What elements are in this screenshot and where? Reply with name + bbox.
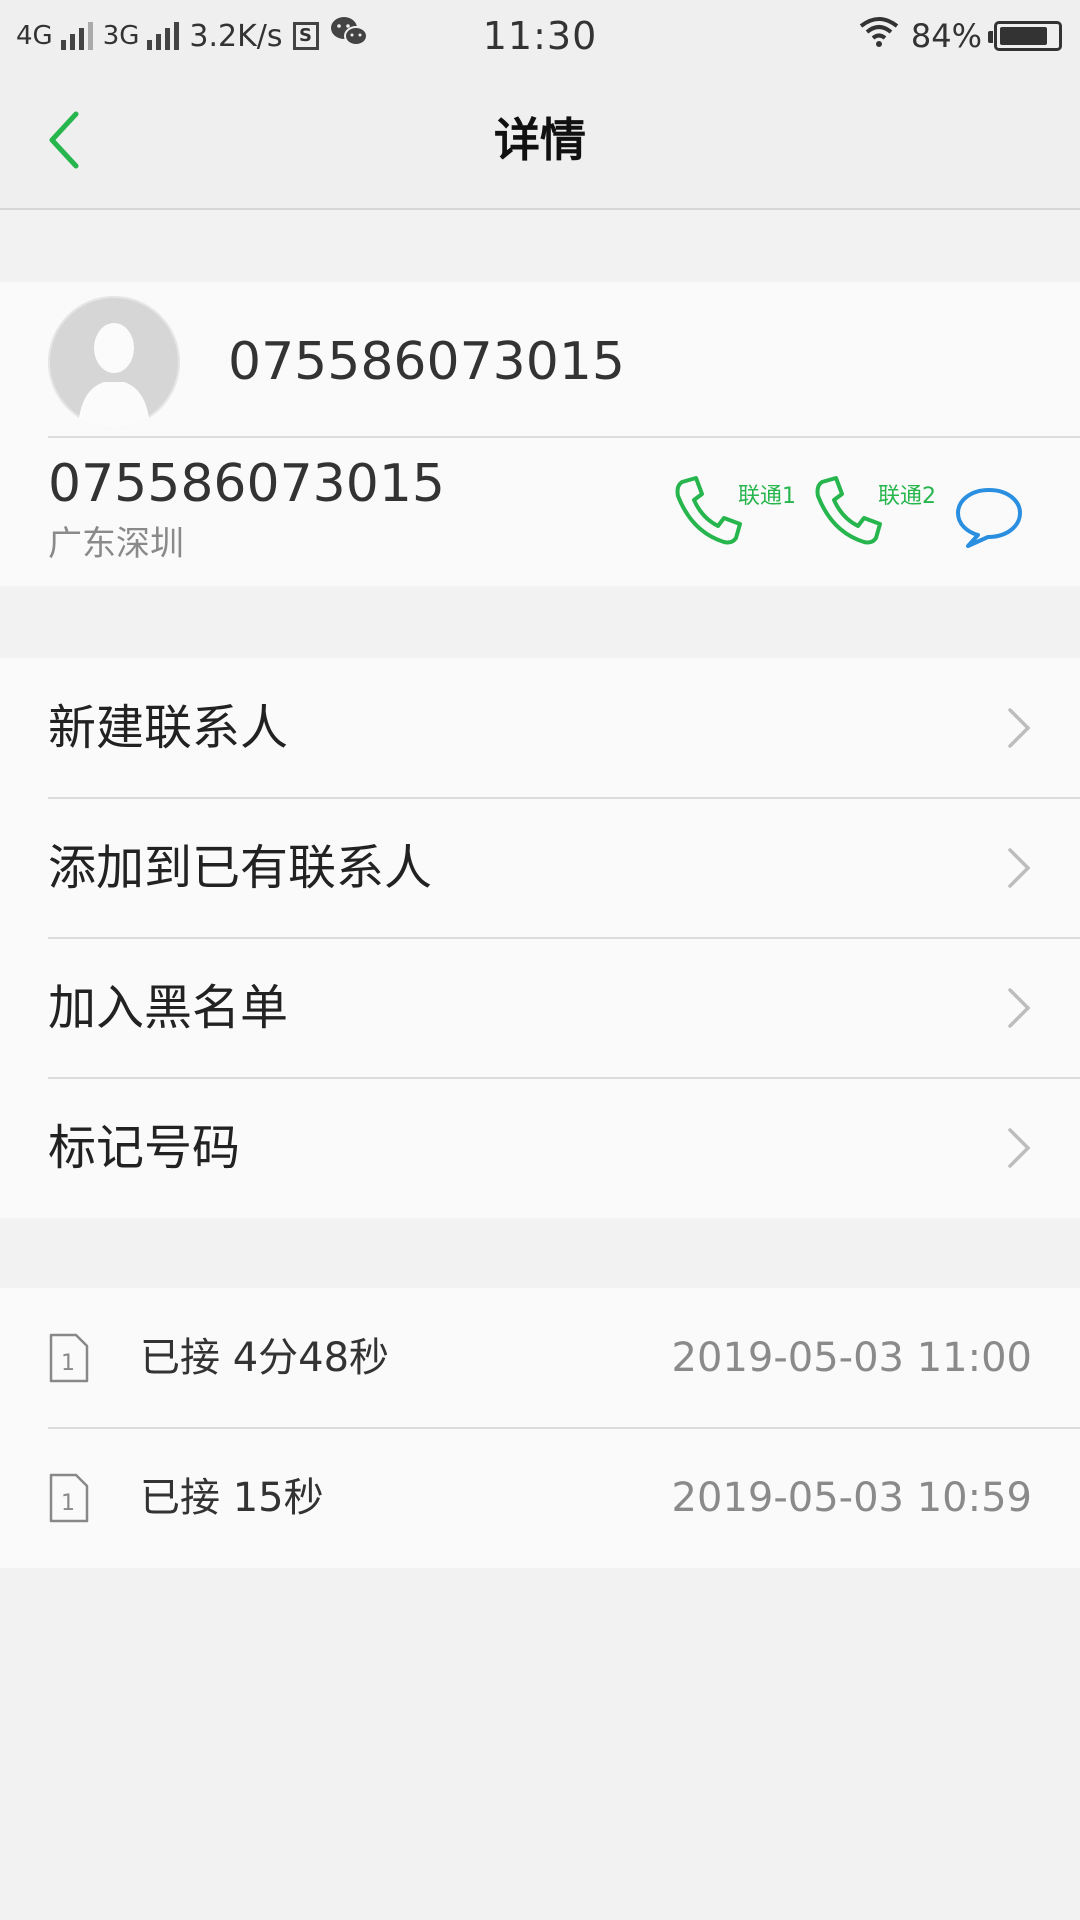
call-sim2-label: 联通2 — [878, 484, 936, 509]
menu-item-mark-number[interactable]: 标记号码 — [0, 1078, 1080, 1218]
call-log-row[interactable]: 1 已接 15秒 2019-05-03 10:59 — [0, 1428, 1080, 1568]
battery-icon — [988, 21, 1062, 51]
call-status: 已接 15秒 — [140, 1475, 324, 1521]
battery-percent: 84% — [910, 17, 982, 55]
menu-item-label: 标记号码 — [48, 1120, 241, 1176]
call-sim1-label: 联通1 — [738, 484, 796, 509]
wifi-icon — [859, 16, 899, 56]
title-bar: 详情 — [0, 72, 1080, 210]
call-log-row[interactable]: 1 已接 4分48秒 2019-05-03 11:00 — [0, 1288, 1080, 1428]
chevron-right-icon — [1008, 1128, 1031, 1168]
menu-item-label: 新建联系人 — [48, 700, 289, 756]
status-right: 84% — [859, 14, 1062, 58]
call-sim1-button[interactable]: 联通1 — [672, 474, 796, 554]
phone-icon — [675, 476, 742, 545]
divider — [48, 436, 1080, 438]
menu-item-new-contact[interactable]: 新建联系人 — [0, 658, 1080, 798]
call-time: 2019-05-03 10:59 — [671, 1475, 1032, 1521]
status-bar: 4G 3G 3.2K/s S 11:30 84% — [0, 0, 1080, 72]
chevron-right-icon — [1008, 708, 1031, 748]
message-bubble-icon — [956, 488, 1022, 548]
page-title: 详情 — [494, 113, 586, 167]
sim-card-icon: 1 — [49, 1473, 89, 1523]
message-button[interactable] — [954, 482, 1024, 552]
contact-header-number: 075586073015 — [228, 332, 626, 392]
sim-number: 1 — [61, 1351, 75, 1376]
call-time: 2019-05-03 11:00 — [671, 1335, 1032, 1381]
sim-number: 1 — [61, 1491, 75, 1516]
chevron-right-icon — [1008, 988, 1031, 1028]
menu-item-label: 加入黑名单 — [48, 980, 289, 1036]
contact-card: 075586073015 075586073015 广东深圳 联通1 联通2 — [0, 282, 1080, 586]
phone-icon — [815, 476, 882, 545]
sim-card-icon: 1 — [49, 1333, 89, 1383]
chevron-right-icon — [1008, 848, 1031, 888]
menu-item-add-to-existing[interactable]: 添加到已有联系人 — [0, 798, 1080, 938]
person-icon — [48, 296, 180, 428]
avatar — [48, 296, 180, 428]
call-sim2-button[interactable]: 联通2 — [812, 474, 936, 554]
action-menu: 新建联系人 添加到已有联系人 加入黑名单 标记号码 — [0, 658, 1080, 1218]
call-status: 已接 4分48秒 — [140, 1335, 390, 1381]
number-location: 广东深圳 — [48, 524, 184, 564]
call-log: 1 已接 4分48秒 2019-05-03 11:00 1 已接 15秒 201… — [0, 1288, 1080, 1568]
phone-number: 075586073015 — [48, 454, 446, 514]
menu-item-label: 添加到已有联系人 — [48, 840, 433, 896]
menu-item-blacklist[interactable]: 加入黑名单 — [0, 938, 1080, 1078]
